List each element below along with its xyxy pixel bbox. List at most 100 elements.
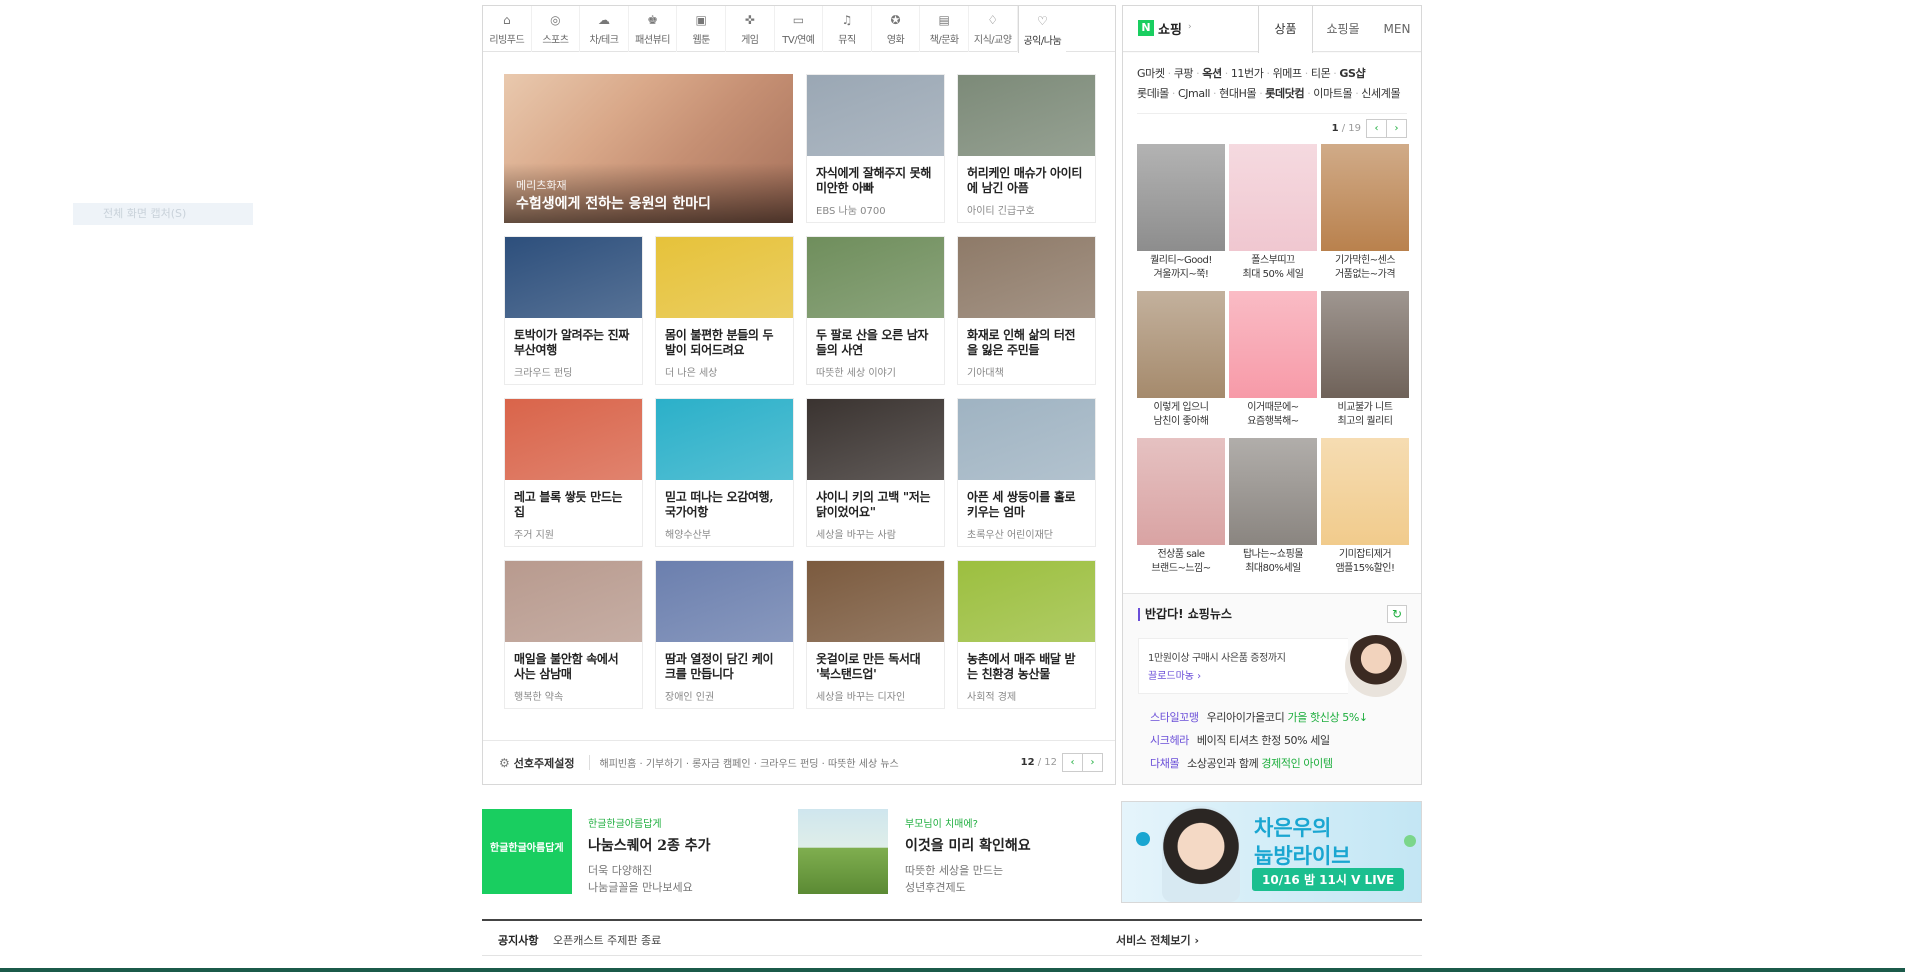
product-caption[interactable]: 기가막힌~센스 거품없는~가격: [1321, 254, 1409, 282]
news-thumbnail[interactable]: [505, 561, 642, 642]
product-caption[interactable]: 퀄리티~Good! 겨울까지~쭉!: [1137, 254, 1225, 282]
preferred-topics-button[interactable]: ⚙ 선호주제설정: [499, 755, 575, 771]
news-text[interactable]: 우리아이가을코디: [1207, 711, 1288, 724]
news-title[interactable]: 두 팔로 산을 오른 남자들의 사연: [807, 318, 944, 360]
news-card[interactable]: 아픈 세 쌍둥이를 홀로 키우는 엄마 초록우산 어린이재단: [957, 398, 1096, 547]
news-title[interactable]: 화재로 인해 삶의 터전을 잃은 주민들: [958, 318, 1095, 360]
product-image[interactable]: [1321, 144, 1409, 251]
shopping-title[interactable]: 쇼핑: [1158, 19, 1182, 38]
product-item[interactable]: 이렇게 입으니 남친이 좋아해: [1137, 291, 1225, 429]
mall-link[interactable]: 티몬: [1311, 67, 1331, 80]
dementia-banner-text[interactable]: 부모님이 치매에? 이것을 미리 확인해요 따뜻한 세상을 만드는 성년후견제도: [905, 815, 1031, 896]
notice-text[interactable]: 오픈캐스트 주제판 종료: [553, 932, 661, 948]
mall-link[interactable]: 11번가: [1231, 67, 1264, 80]
product-caption[interactable]: 폴스부띠끄 최대 50% 세일: [1229, 254, 1317, 282]
news-thumbnail[interactable]: [807, 75, 944, 156]
news-thumbnail[interactable]: [958, 561, 1095, 642]
news-title[interactable]: 토박이가 알려주는 진짜 부산여행: [505, 318, 642, 360]
hangul-banner-image[interactable]: 한글한글아름답게: [482, 809, 572, 894]
news-title[interactable]: 땀과 열정이 담긴 케이크를 만듭니다: [656, 642, 793, 684]
hangul-banner-text[interactable]: 한글한글아름답게 나눔스퀘어 2종 추가 더욱 다양해진 나눔글꼴을 만나보세요: [588, 815, 711, 896]
mall-link[interactable]: 옥션: [1202, 67, 1222, 80]
tab-11[interactable]: ♡ 공익/나눔: [1017, 6, 1067, 53]
news-text[interactable]: 소상공인과 함께: [1187, 757, 1261, 770]
tab-10[interactable]: ♢ 지식/교양: [969, 6, 1018, 52]
news-thumbnail[interactable]: [958, 75, 1095, 156]
product-item[interactable]: 이거때문에~ 요즘행복해~: [1229, 291, 1317, 429]
news-title[interactable]: 레고 블록 쌓듯 만드는 집: [505, 480, 642, 522]
product-caption[interactable]: 이거때문에~ 요즘행복해~: [1229, 401, 1317, 429]
news-card[interactable]: 몸이 불편한 분들의 두 발이 되어드려요 더 나은 세상: [655, 236, 794, 385]
mall-link[interactable]: CJmall: [1178, 87, 1210, 100]
mall-link[interactable]: 현대H몰: [1219, 87, 1256, 100]
product-image[interactable]: [1229, 438, 1317, 545]
mall-link[interactable]: 위메프: [1273, 67, 1303, 80]
featured-title[interactable]: 수험생에게 전하는 응원의 한마디: [516, 193, 711, 213]
all-services-link[interactable]: 서비스 전체보기 ›: [1116, 932, 1199, 948]
news-card[interactable]: 화재로 인해 삶의 터전을 잃은 주민들 기아대책: [957, 236, 1096, 385]
product-image[interactable]: [1229, 291, 1317, 398]
refresh-icon[interactable]: ↻: [1387, 605, 1407, 623]
shopping-news-row[interactable]: 스타일꼬맹 우리아이가을코디 가을 핫신상 5%↓: [1150, 709, 1368, 725]
news-card[interactable]: 믿고 떠나는 오감여행, 국가어항 해양수산부: [655, 398, 794, 547]
mall-link[interactable]: 쿠팡: [1174, 67, 1194, 80]
news-title[interactable]: 옷걸이로 만든 독서대 '북스탠드업': [807, 642, 944, 684]
news-card[interactable]: 토박이가 알려주는 진짜 부산여행 크라우드 펀딩: [504, 236, 643, 385]
product-caption[interactable]: 기미잡티제거 앰플15%할인!: [1321, 548, 1409, 576]
news-thumbnail[interactable]: [505, 399, 642, 480]
news-thumbnail[interactable]: [807, 237, 944, 318]
mall-link[interactable]: G마켓: [1137, 67, 1165, 80]
news-thumbnail[interactable]: [958, 237, 1095, 318]
product-item[interactable]: 전상품 sale 브랜드~느낌~: [1137, 438, 1225, 576]
news-card[interactable]: 매일을 불안함 속에서 사는 삼남매 행복한 약속: [504, 560, 643, 709]
tab-malls[interactable]: 쇼핑몰: [1313, 6, 1373, 52]
shopping-news-row[interactable]: 다채몰 소상공인과 함께 경제적인 아이템: [1150, 755, 1333, 771]
shop-next-button[interactable]: ›: [1386, 119, 1407, 138]
news-card[interactable]: 자식에게 잘해주지 못해 미안한 아빠 EBS 나눔 0700: [806, 74, 945, 223]
tab-6[interactable]: ▭ TV/연예: [775, 6, 824, 52]
news-card[interactable]: 레고 블록 쌓듯 만드는 집 주거 지원: [504, 398, 643, 547]
banner-title[interactable]: 이것을 미리 확인해요: [905, 835, 1031, 855]
news-thumbnail[interactable]: [656, 561, 793, 642]
vlive-ad-banner[interactable]: 차은우의 눕방라이브 10/16 밤 11시 V LIVE: [1121, 801, 1422, 903]
product-image[interactable]: [1321, 291, 1409, 398]
product-item[interactable]: 기미잡티제거 앰플15%할인!: [1321, 438, 1409, 576]
news-title[interactable]: 농촌에서 매주 배달 받는 친환경 농산물: [958, 642, 1095, 684]
news-highlight[interactable]: 경제적인 아이템: [1261, 757, 1333, 770]
product-image[interactable]: [1137, 291, 1225, 398]
news-card[interactable]: 허리케인 매슈가 아이티에 남긴 아픔 아이티 긴급구호: [957, 74, 1096, 223]
tab-2[interactable]: ☁ 차/테크: [580, 6, 629, 52]
news-highlight[interactable]: 가을 핫신상 5%↓: [1287, 711, 1368, 724]
mall-link[interactable]: 롯데i몰: [1137, 87, 1169, 100]
news-thumbnail[interactable]: [505, 237, 642, 318]
news-title[interactable]: 믿고 떠나는 오감여행, 국가어항: [656, 480, 793, 522]
news-title[interactable]: 허리케인 매슈가 아이티에 남긴 아픔: [958, 156, 1095, 198]
product-caption[interactable]: 탑나는~쇼핑몰 최대80%세일: [1229, 548, 1317, 576]
shopping-news-highlight[interactable]: 1만원이상 구매시 사은품 증정까지 끌로드마농 ›: [1138, 638, 1348, 694]
tab-0[interactable]: ⌂ 리빙푸드: [483, 6, 532, 52]
product-caption[interactable]: 전상품 sale 브랜드~느낌~: [1137, 548, 1225, 576]
news-card[interactable]: 농촌에서 매주 배달 받는 친환경 농산물 사회적 경제: [957, 560, 1096, 709]
news-thumbnail[interactable]: [807, 561, 944, 642]
news-thumbnail[interactable]: [807, 399, 944, 480]
product-caption[interactable]: 비교불가 니트 최고의 퀄리티: [1321, 401, 1409, 429]
prev-page-button[interactable]: ‹: [1062, 753, 1083, 772]
shop-prev-button[interactable]: ‹: [1366, 119, 1387, 138]
product-image[interactable]: [1137, 144, 1225, 251]
product-item[interactable]: 기가막힌~센스 거품없는~가격: [1321, 144, 1409, 282]
mall-link[interactable]: 롯데닷컴: [1265, 87, 1304, 100]
next-page-button[interactable]: ›: [1082, 753, 1103, 772]
news-title[interactable]: 자식에게 잘해주지 못해 미안한 아빠: [807, 156, 944, 198]
news-title[interactable]: 샤이니 키의 고백 "저는 닭이었어요": [807, 480, 944, 522]
featured-card[interactable]: 메리츠화재 수험생에게 전하는 응원의 한마디: [504, 74, 793, 223]
tab-8[interactable]: ✪ 영화: [872, 6, 921, 52]
news-thumbnail[interactable]: [958, 399, 1095, 480]
mall-link[interactable]: GS샵: [1339, 67, 1365, 80]
product-caption[interactable]: 이렇게 입으니 남친이 좋아해: [1137, 401, 1225, 429]
mall-link[interactable]: 신세계몰: [1361, 87, 1400, 100]
news-card[interactable]: 땀과 열정이 담긴 케이크를 만듭니다 장애인 인권: [655, 560, 794, 709]
tab-7[interactable]: ♫ 뮤직: [823, 6, 872, 52]
highlight-link[interactable]: 끌로드마농 ›: [1148, 667, 1201, 682]
news-thumbnail[interactable]: [656, 399, 793, 480]
shopping-news-row[interactable]: 시크헤라 베이직 티셔츠 한정 50% 세일: [1150, 732, 1330, 748]
